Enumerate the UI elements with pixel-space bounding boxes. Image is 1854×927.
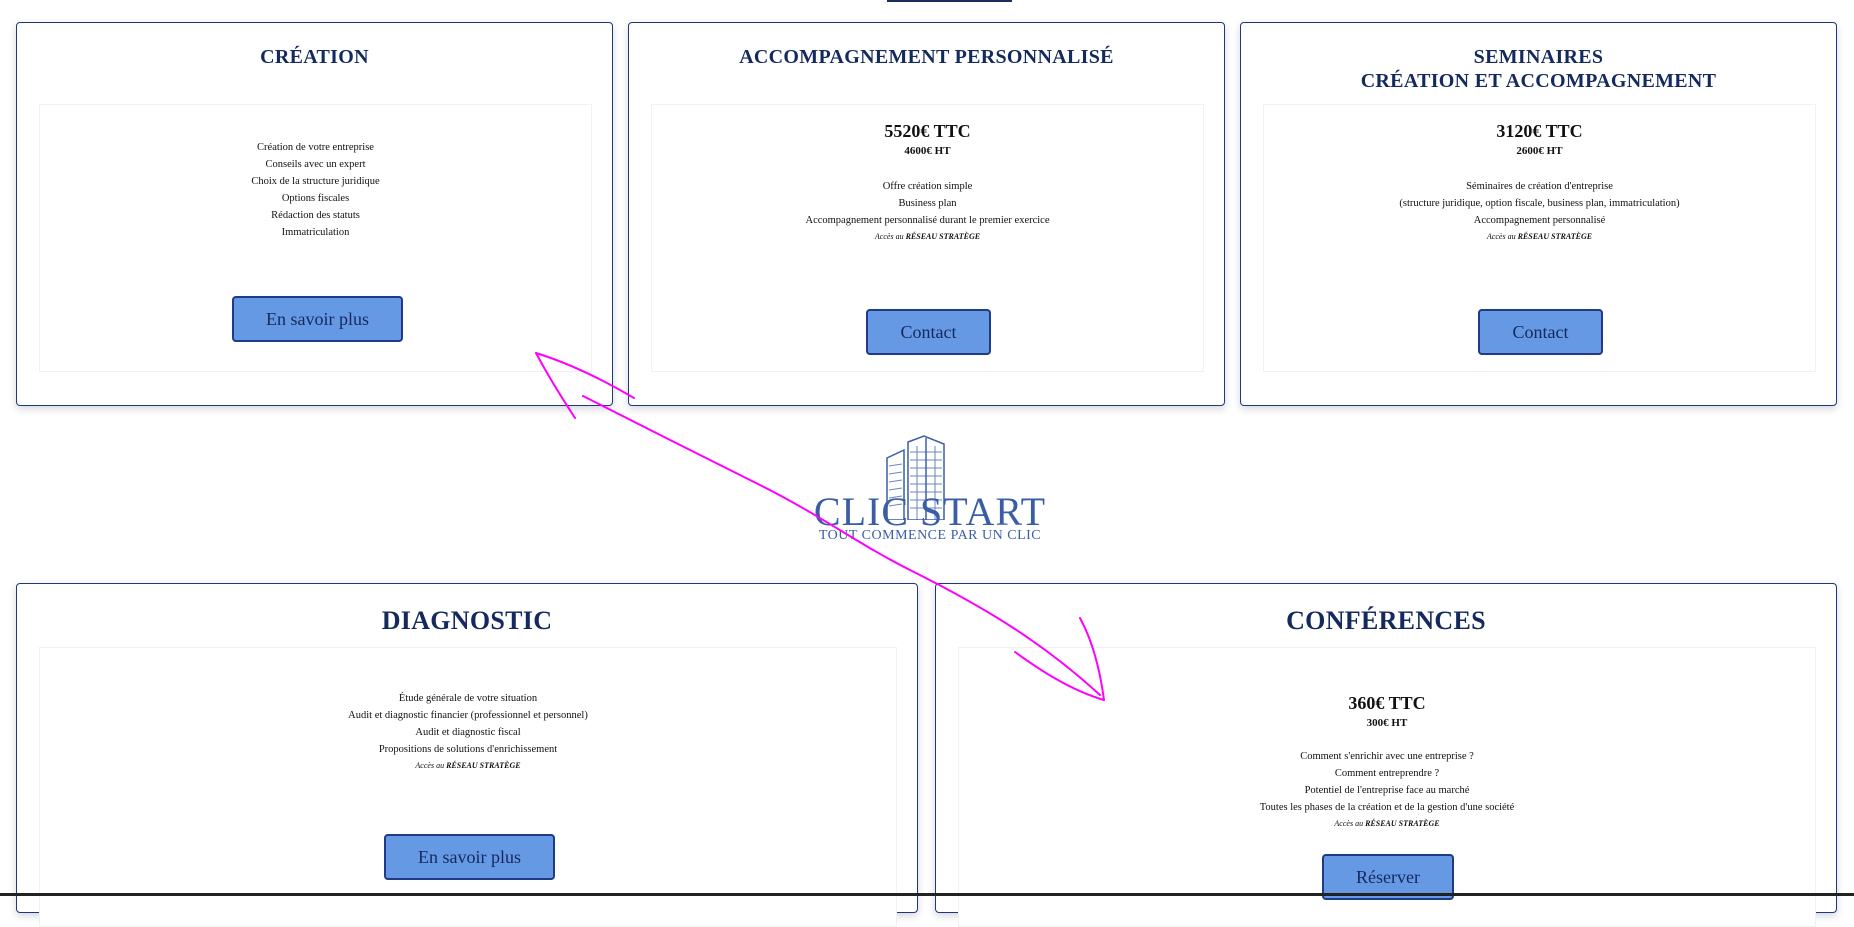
card-creation: CRÉATION Création de votre entreprise Co… <box>16 22 613 406</box>
card-features: 360€ TTC 300€ HT Comment s'enrichir avec… <box>959 692 1815 832</box>
feature-line: Création de votre entreprise <box>257 142 374 153</box>
card-inner: 5520€ TTC 4600€ HT Offre création simple… <box>651 104 1204 372</box>
price-ht: 300€ HT <box>1366 717 1408 729</box>
card-inner: 3120€ TTC 2600€ HT Séminaires de créatio… <box>1263 104 1816 372</box>
price-ttc: 360€ TTC <box>1348 693 1426 713</box>
en-savoir-plus-button[interactable]: En savoir plus <box>384 834 555 880</box>
top-divider <box>887 0 1012 2</box>
card-title: CONFÉRENCES <box>1286 606 1486 635</box>
feature-line: Étude générale de votre situation <box>398 693 538 704</box>
feature-line: Audit et diagnostic fiscal <box>415 727 521 738</box>
logo-name: CLIC START <box>813 489 1047 534</box>
en-savoir-plus-button[interactable]: En savoir plus <box>232 296 403 342</box>
feature-line: (structure juridique, option fiscale, bu… <box>1399 198 1680 209</box>
network-note: Accès au RÉSEAU STRATÈGE <box>415 761 521 770</box>
network-note: Accès au RÉSEAU STRATÈGE <box>874 232 981 241</box>
card-conferences: CONFÉRENCES 360€ TTC 300€ HT Comment s'e… <box>935 583 1837 927</box>
price-ttc: 5520€ TTC <box>884 121 971 141</box>
card-diagnostic: DIAGNOSTIC Étude générale de votre situa… <box>16 583 918 927</box>
card-features: Étude générale de votre situation Audit … <box>40 690 896 774</box>
price-ttc: 3120€ TTC <box>1496 121 1583 141</box>
card-title: CRÉATION <box>260 46 369 68</box>
clic-start-logo: CLIC START TOUT COMMENCE PAR UN CLIC <box>790 434 1070 554</box>
feature-line: Immatriculation <box>281 227 350 238</box>
card-accompagnement: ACCOMPAGNEMENT PERSONNALISÉ 5520€ TTC 46… <box>628 22 1225 406</box>
feature-line: Audit et diagnostic financier (professio… <box>348 710 588 721</box>
feature-line: Business plan <box>898 198 957 209</box>
feature-line: Accompagnement personnalisé durant le pr… <box>805 215 1050 226</box>
card-features: 3120€ TTC 2600€ HT Séminaires de créatio… <box>1264 120 1815 245</box>
feature-line: Comment s'enrichir avec une entreprise ? <box>1300 751 1474 762</box>
contact-button[interactable]: Contact <box>866 309 991 355</box>
card-title: DIAGNOSTIC <box>381 606 553 635</box>
contact-button[interactable]: Contact <box>1478 309 1603 355</box>
feature-line: Conseils avec un expert <box>265 159 366 170</box>
price-ht: 2600€ HT <box>1516 145 1563 157</box>
card-title-line: SEMINAIRES <box>1473 46 1604 68</box>
card-title-line: CRÉATION ET ACCOMPAGNEMENT <box>1360 70 1717 92</box>
feature-line: Choix de la structure juridique <box>251 176 380 187</box>
feature-line: Offre création simple <box>882 181 973 192</box>
logo-tagline: TOUT COMMENCE PAR UN CLIC <box>818 528 1042 543</box>
feature-line: Comment entreprendre ? <box>1334 768 1440 779</box>
feature-line: Options fiscales <box>281 193 350 204</box>
card-inner: Étude générale de votre situation Audit … <box>39 647 897 927</box>
card-title: ACCOMPAGNEMENT PERSONNALISÉ <box>739 46 1114 68</box>
feature-line: Potentiel de l'entreprise face au marché <box>1304 785 1470 796</box>
feature-line: Toutes les phases de la création et de l… <box>1259 802 1515 813</box>
feature-line: Accompagnement personnalisé <box>1473 215 1606 226</box>
network-note: Accès au RÉSEAU STRATÈGE <box>1334 819 1440 828</box>
card-inner: 360€ TTC 300€ HT Comment s'enrichir avec… <box>958 647 1816 927</box>
card-features: Création de votre entreprise Conseils av… <box>40 139 591 241</box>
network-note: Accès au RÉSEAU STRATÈGE <box>1486 232 1593 241</box>
card-seminaires: SEMINAIRES CRÉATION ET ACCOMPAGNEMENT 31… <box>1240 22 1837 406</box>
card-inner: Création de votre entreprise Conseils av… <box>39 104 592 372</box>
feature-line: Séminaires de création d'entreprise <box>1466 181 1613 192</box>
feature-line: Rédaction des statuts <box>271 210 360 221</box>
card-title: SEMINAIRES CRÉATION ET ACCOMPAGNEMENT <box>1241 45 1836 93</box>
price-ht: 4600€ HT <box>904 145 951 157</box>
card-features: 5520€ TTC 4600€ HT Offre création simple… <box>652 120 1203 245</box>
feature-line: Propositions de solutions d'enrichisseme… <box>378 744 558 755</box>
